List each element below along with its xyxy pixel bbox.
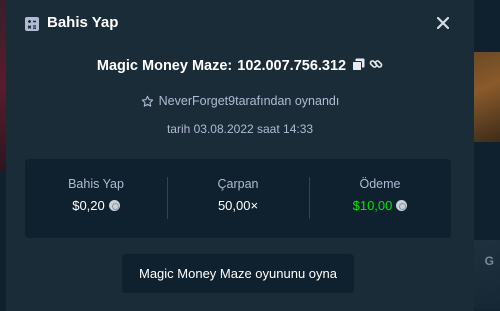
player-suffix: tarafından oynandı (235, 94, 340, 108)
stat-payout: Ödeme $10,00 (309, 159, 451, 238)
stat-label: Çarpan (217, 177, 259, 191)
background-letter: G (484, 254, 494, 268)
player-name[interactable]: NeverForget9 (159, 94, 235, 108)
stat-label: Ödeme (359, 177, 401, 191)
bet-slip-icon (24, 16, 40, 32)
bet-id: 102.007.756.312 (237, 58, 347, 74)
stat-multiplier: Çarpan 50,00× (167, 159, 309, 238)
game-name: Magic Money Maze: (96, 58, 233, 74)
background-game-thumbnail-2 (474, 240, 500, 310)
play-game-button[interactable]: Magic Money Maze oyununu oyna (122, 254, 354, 293)
player-line: NeverForget9 tarafından oynandı (6, 94, 474, 108)
close-icon[interactable] (434, 14, 452, 32)
stat-label: Bahis Yap (68, 177, 124, 191)
stat-value-text: $0,20 (72, 198, 105, 213)
modal-header: Bahis Yap (6, 0, 474, 48)
background-game-thumbnail (474, 52, 500, 142)
copy-icon[interactable] (352, 58, 365, 75)
background-right-strip: G (474, 0, 500, 311)
bet-stats-panel: Bahis Yap $0,20 Çarpan 50,00× Ödeme $10,… (25, 159, 451, 238)
stat-bet-amount: Bahis Yap $0,20 (25, 159, 167, 238)
coin-icon (108, 200, 120, 211)
link-icon[interactable] (369, 57, 383, 75)
game-title-line: Magic Money Maze: 102.007.756.312 (6, 57, 474, 75)
modal-title: Bahis Yap (47, 14, 119, 31)
bet-date: tarih 03.08.2022 saat 14:33 (166, 122, 314, 136)
bet-modal: Bahis Yap Magic Money Maze: 102.007.756.… (6, 0, 474, 311)
stat-value-text: 50,00× (217, 198, 259, 213)
stat-value: $0,20 (72, 198, 120, 213)
stat-value: $10,00 (353, 198, 408, 213)
coin-icon (396, 200, 408, 211)
stat-value: 50,00× (218, 198, 258, 213)
stat-value-text: $10,00 (352, 198, 393, 213)
star-icon[interactable] (141, 95, 154, 108)
